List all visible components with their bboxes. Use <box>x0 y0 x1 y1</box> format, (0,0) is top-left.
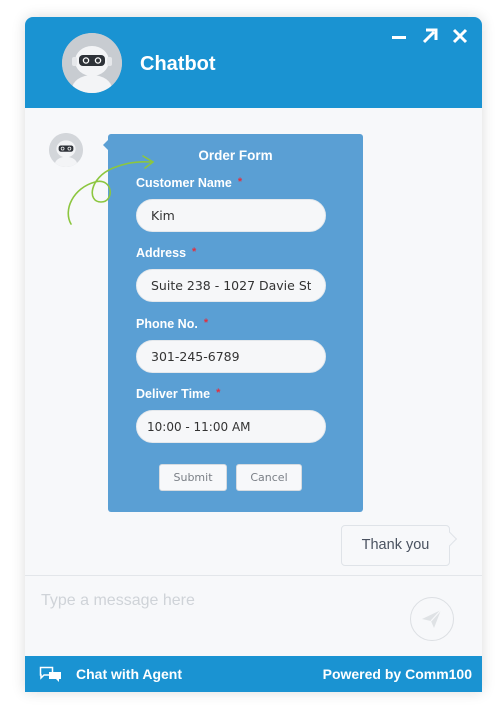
required-marker: * <box>237 176 243 188</box>
chat-window: Chatbot Order Form Customer Name * Kim A… <box>25 17 482 692</box>
chat-header: Chatbot <box>25 17 482 108</box>
deliver-time-input[interactable] <box>136 410 326 443</box>
send-button[interactable] <box>410 597 454 641</box>
close-icon <box>452 28 468 44</box>
field-label-text: Phone No. <box>136 317 198 331</box>
popout-button[interactable] <box>418 26 440 46</box>
popout-arrow-icon <box>422 28 438 44</box>
address-label: Address * <box>136 246 196 260</box>
chat-footer: Chat with Agent Powered by Comm100 <box>25 656 482 692</box>
chat-messages: Order Form Customer Name * Address * Phone… <box>25 108 482 575</box>
close-button[interactable] <box>449 26 471 46</box>
paper-plane-icon <box>422 609 442 628</box>
cancel-button[interactable]: Cancel <box>236 464 302 491</box>
robot-avatar-icon <box>49 133 83 167</box>
minimize-button[interactable] <box>388 26 410 46</box>
chat-with-agent-label: Chat with Agent <box>76 666 183 682</box>
powered-by-label: Powered by Comm100 <box>322 666 472 682</box>
required-marker: * <box>203 317 209 329</box>
field-label-text: Address <box>136 246 187 260</box>
customer-name-input[interactable] <box>136 199 326 232</box>
form-title: Order Form <box>198 148 273 163</box>
minimize-icon <box>392 36 406 39</box>
chat-title: Chatbot <box>140 53 216 75</box>
field-label-text: Customer Name <box>136 176 232 190</box>
submit-button[interactable]: Submit <box>159 464 227 491</box>
phone-input[interactable] <box>136 340 326 373</box>
required-marker: * <box>192 246 197 258</box>
deliver-time-label: Deliver Time * <box>136 387 220 401</box>
phone-label: Phone No. * <box>136 317 208 331</box>
user-message-bubble: Thank you <box>341 525 450 566</box>
customer-name-label: Customer Name * <box>136 176 242 190</box>
chat-with-agent-button[interactable]: Chat with Agent <box>39 656 182 692</box>
robot-avatar-icon <box>62 33 122 93</box>
order-form: Order Form Customer Name * Address * Phone… <box>103 134 363 512</box>
chat-bubbles-icon <box>39 666 61 682</box>
bot-avatar <box>49 133 83 167</box>
message-input[interactable] <box>39 588 403 614</box>
required-marker: * <box>216 387 221 399</box>
address-input[interactable] <box>136 269 326 302</box>
field-label-text: Deliver Time <box>136 387 211 401</box>
composer-divider <box>25 575 482 576</box>
